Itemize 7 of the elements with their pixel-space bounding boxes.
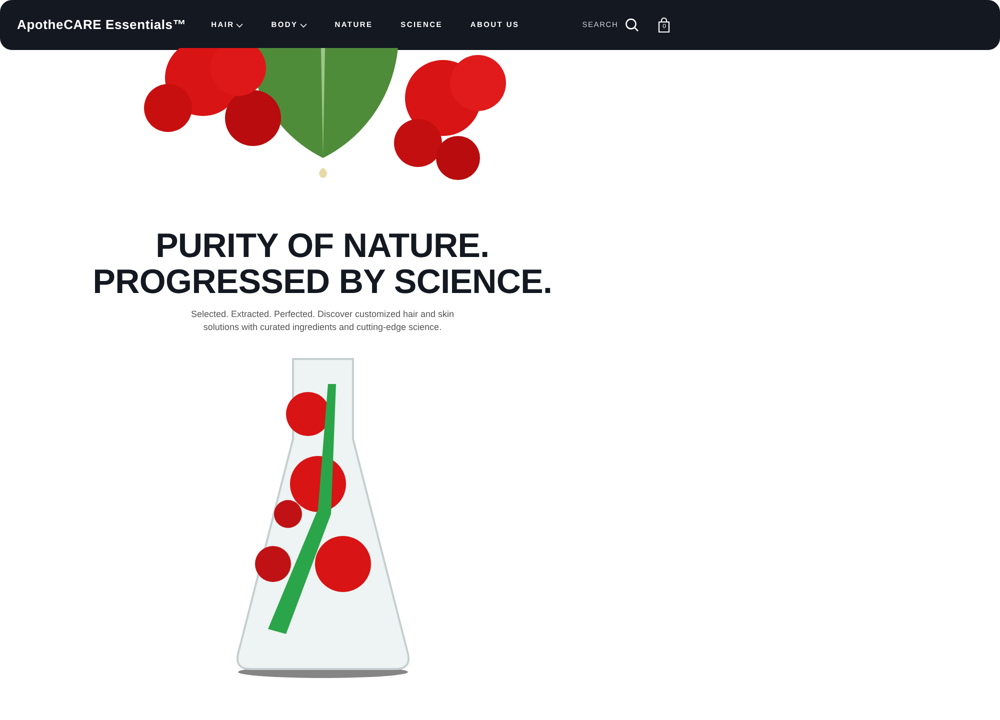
brand-logo[interactable]: ApotheCARE Essentials™ [17,15,186,35]
chevron-down-icon [300,22,307,28]
search-icon[interactable] [625,18,640,32]
hero-description: Selected. Extracted. Perfected. Discover customized hair and skin solutions with curated ingredients and cutting-edge science. [190,308,456,334]
chevron-down-icon [236,22,244,28]
hero-headline: PURITY OF NATURE. [156,228,490,264]
hero-headline: PROGRESSED BY SCIENCE. [92,264,552,300]
